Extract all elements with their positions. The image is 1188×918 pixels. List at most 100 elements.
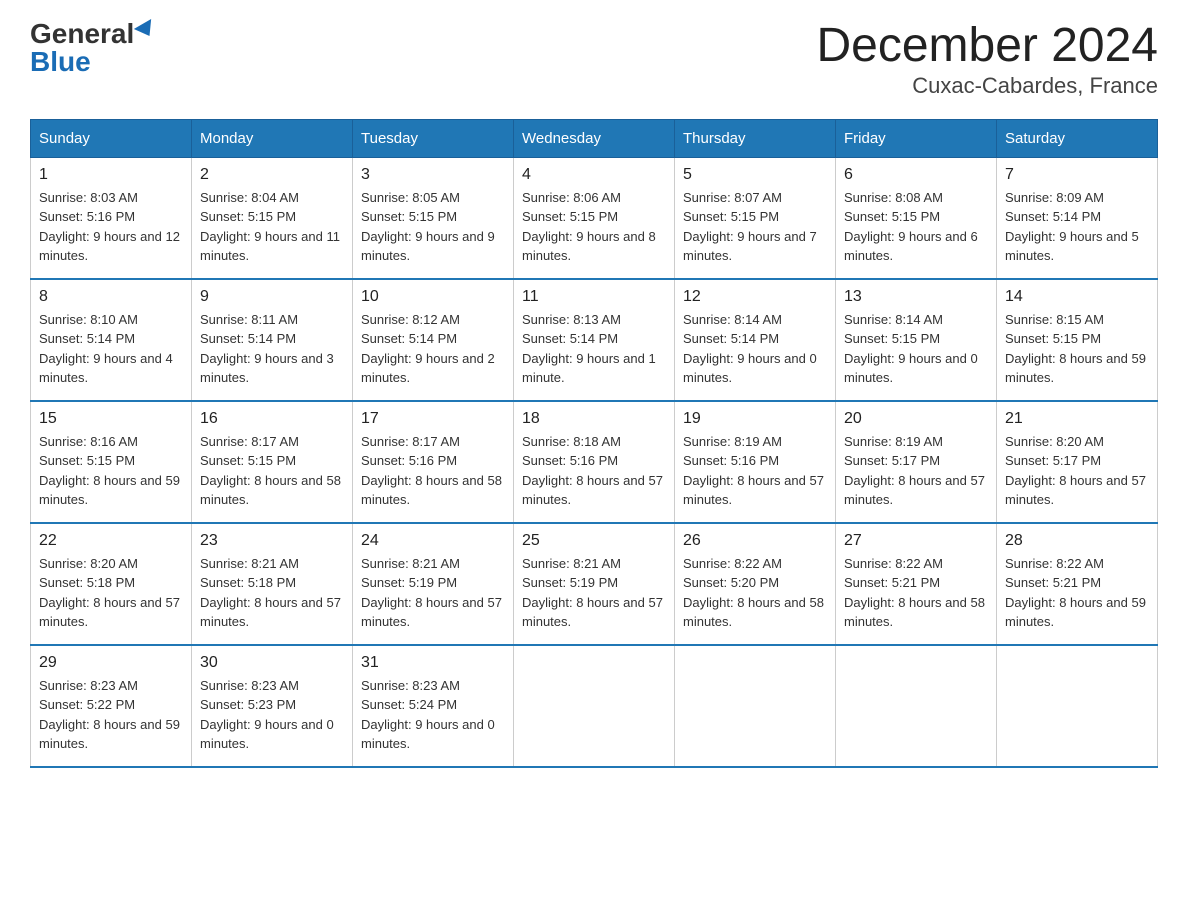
day-info: Sunrise: 8:22 AMSunset: 5:21 PMDaylight:… (844, 554, 988, 632)
day-info: Sunrise: 8:11 AMSunset: 5:14 PMDaylight:… (200, 310, 344, 388)
day-number: 14 (1005, 288, 1149, 306)
calendar-week-row: 15Sunrise: 8:16 AMSunset: 5:15 PMDayligh… (31, 401, 1158, 523)
calendar-cell (997, 645, 1158, 767)
calendar-cell: 30 Sunrise: 8:23 AMSunset: 5:23 PMDayligh… (192, 645, 353, 767)
day-number: 17 (361, 410, 505, 428)
day-number: 20 (844, 410, 988, 428)
calendar-table: SundayMondayTuesdayWednesdayThursdayFrid… (30, 119, 1158, 768)
calendar-subtitle: Cuxac-Cabardes, France (816, 73, 1158, 99)
calendar-cell: 25 Sunrise: 8:21 AMSunset: 5:19 PMDayligh… (514, 523, 675, 645)
day-number: 16 (200, 410, 344, 428)
day-info: Sunrise: 8:04 AMSunset: 5:15 PMDaylight:… (200, 188, 344, 266)
title-block: December 2024 Cuxac-Cabardes, France (816, 20, 1158, 99)
day-number: 24 (361, 532, 505, 550)
day-number: 22 (39, 532, 183, 550)
day-info: Sunrise: 8:14 AMSunset: 5:14 PMDaylight:… (683, 310, 827, 388)
calendar-cell: 12 Sunrise: 8:14 AMSunset: 5:14 PMDayligh… (675, 279, 836, 401)
calendar-cell: 13Sunrise: 8:14 AMSunset: 5:15 PMDayligh… (836, 279, 997, 401)
day-info: Sunrise: 8:05 AMSunset: 5:15 PMDaylight:… (361, 188, 505, 266)
day-number: 5 (683, 166, 827, 184)
day-info: Sunrise: 8:20 AMSunset: 5:18 PMDaylight:… (39, 554, 183, 632)
calendar-cell: 31 Sunrise: 8:23 AMSunset: 5:24 PMDayligh… (353, 645, 514, 767)
day-number: 13 (844, 288, 988, 306)
day-number: 18 (522, 410, 666, 428)
weekday-header-wednesday: Wednesday (514, 119, 675, 157)
day-number: 23 (200, 532, 344, 550)
day-number: 25 (522, 532, 666, 550)
day-number: 31 (361, 654, 505, 672)
day-info: Sunrise: 8:21 AMSunset: 5:18 PMDaylight:… (200, 554, 344, 632)
day-info: Sunrise: 8:16 AMSunset: 5:15 PMDaylight:… (39, 432, 183, 510)
day-number: 11 (522, 288, 666, 306)
calendar-week-row: 1 Sunrise: 8:03 AMSunset: 5:16 PMDaylight… (31, 157, 1158, 279)
day-info: Sunrise: 8:21 AMSunset: 5:19 PMDaylight:… (361, 554, 505, 632)
calendar-cell: 21Sunrise: 8:20 AMSunset: 5:17 PMDayligh… (997, 401, 1158, 523)
day-number: 8 (39, 288, 183, 306)
calendar-cell: 2 Sunrise: 8:04 AMSunset: 5:15 PMDaylight… (192, 157, 353, 279)
logo: General Blue (30, 20, 156, 76)
day-number: 6 (844, 166, 988, 184)
day-info: Sunrise: 8:13 AMSunset: 5:14 PMDaylight:… (522, 310, 666, 388)
day-info: Sunrise: 8:22 AMSunset: 5:20 PMDaylight:… (683, 554, 827, 632)
calendar-cell: 1 Sunrise: 8:03 AMSunset: 5:16 PMDaylight… (31, 157, 192, 279)
day-number: 30 (200, 654, 344, 672)
weekday-header-tuesday: Tuesday (353, 119, 514, 157)
day-info: Sunrise: 8:07 AMSunset: 5:15 PMDaylight:… (683, 188, 827, 266)
day-info: Sunrise: 8:17 AMSunset: 5:15 PMDaylight:… (200, 432, 344, 510)
calendar-cell: 18 Sunrise: 8:18 AMSunset: 5:16 PMDayligh… (514, 401, 675, 523)
weekday-header-monday: Monday (192, 119, 353, 157)
day-number: 2 (200, 166, 344, 184)
day-number: 29 (39, 654, 183, 672)
calendar-cell: 10Sunrise: 8:12 AMSunset: 5:14 PMDayligh… (353, 279, 514, 401)
day-number: 26 (683, 532, 827, 550)
calendar-cell: 20 Sunrise: 8:19 AMSunset: 5:17 PMDayligh… (836, 401, 997, 523)
calendar-cell: 28 Sunrise: 8:22 AMSunset: 5:21 PMDayligh… (997, 523, 1158, 645)
calendar-cell: 23 Sunrise: 8:21 AMSunset: 5:18 PMDayligh… (192, 523, 353, 645)
day-info: Sunrise: 8:18 AMSunset: 5:16 PMDaylight:… (522, 432, 666, 510)
logo-triangle-icon (134, 19, 158, 41)
weekday-header-saturday: Saturday (997, 119, 1158, 157)
calendar-cell: 5 Sunrise: 8:07 AMSunset: 5:15 PMDaylight… (675, 157, 836, 279)
page-header: General Blue December 2024 Cuxac-Cabarde… (30, 20, 1158, 99)
weekday-header-sunday: Sunday (31, 119, 192, 157)
day-info: Sunrise: 8:23 AMSunset: 5:23 PMDaylight:… (200, 676, 344, 754)
day-info: Sunrise: 8:19 AMSunset: 5:16 PMDaylight:… (683, 432, 827, 510)
day-info: Sunrise: 8:19 AMSunset: 5:17 PMDaylight:… (844, 432, 988, 510)
day-number: 4 (522, 166, 666, 184)
calendar-title: December 2024 (816, 20, 1158, 73)
day-info: Sunrise: 8:08 AMSunset: 5:15 PMDaylight:… (844, 188, 988, 266)
calendar-cell: 16 Sunrise: 8:17 AMSunset: 5:15 PMDayligh… (192, 401, 353, 523)
calendar-cell: 11 Sunrise: 8:13 AMSunset: 5:14 PMDayligh… (514, 279, 675, 401)
day-info: Sunrise: 8:15 AMSunset: 5:15 PMDaylight:… (1005, 310, 1149, 388)
day-info: Sunrise: 8:20 AMSunset: 5:17 PMDaylight:… (1005, 432, 1149, 510)
calendar-cell: 4Sunrise: 8:06 AMSunset: 5:15 PMDaylight… (514, 157, 675, 279)
day-info: Sunrise: 8:03 AMSunset: 5:16 PMDaylight:… (39, 188, 183, 266)
day-info: Sunrise: 8:22 AMSunset: 5:21 PMDaylight:… (1005, 554, 1149, 632)
calendar-cell: 3 Sunrise: 8:05 AMSunset: 5:15 PMDaylight… (353, 157, 514, 279)
day-number: 3 (361, 166, 505, 184)
day-info: Sunrise: 8:23 AMSunset: 5:24 PMDaylight:… (361, 676, 505, 754)
day-info: Sunrise: 8:09 AMSunset: 5:14 PMDaylight:… (1005, 188, 1149, 266)
day-number: 9 (200, 288, 344, 306)
day-number: 28 (1005, 532, 1149, 550)
day-number: 27 (844, 532, 988, 550)
calendar-cell: 22 Sunrise: 8:20 AMSunset: 5:18 PMDayligh… (31, 523, 192, 645)
weekday-header-row: SundayMondayTuesdayWednesdayThursdayFrid… (31, 119, 1158, 157)
calendar-cell: 24 Sunrise: 8:21 AMSunset: 5:19 PMDayligh… (353, 523, 514, 645)
day-info: Sunrise: 8:23 AMSunset: 5:22 PMDaylight:… (39, 676, 183, 754)
calendar-cell (675, 645, 836, 767)
calendar-cell: 29 Sunrise: 8:23 AMSunset: 5:22 PMDayligh… (31, 645, 192, 767)
calendar-cell: 17 Sunrise: 8:17 AMSunset: 5:16 PMDayligh… (353, 401, 514, 523)
calendar-cell (514, 645, 675, 767)
day-info: Sunrise: 8:17 AMSunset: 5:16 PMDaylight:… (361, 432, 505, 510)
calendar-cell: 6 Sunrise: 8:08 AMSunset: 5:15 PMDaylight… (836, 157, 997, 279)
day-number: 7 (1005, 166, 1149, 184)
day-info: Sunrise: 8:21 AMSunset: 5:19 PMDaylight:… (522, 554, 666, 632)
day-info: Sunrise: 8:10 AMSunset: 5:14 PMDaylight:… (39, 310, 183, 388)
day-number: 1 (39, 166, 183, 184)
calendar-week-row: 29 Sunrise: 8:23 AMSunset: 5:22 PMDayligh… (31, 645, 1158, 767)
calendar-cell: 14 Sunrise: 8:15 AMSunset: 5:15 PMDayligh… (997, 279, 1158, 401)
calendar-cell: 26 Sunrise: 8:22 AMSunset: 5:20 PMDayligh… (675, 523, 836, 645)
day-number: 12 (683, 288, 827, 306)
calendar-cell: 7 Sunrise: 8:09 AMSunset: 5:14 PMDaylight… (997, 157, 1158, 279)
